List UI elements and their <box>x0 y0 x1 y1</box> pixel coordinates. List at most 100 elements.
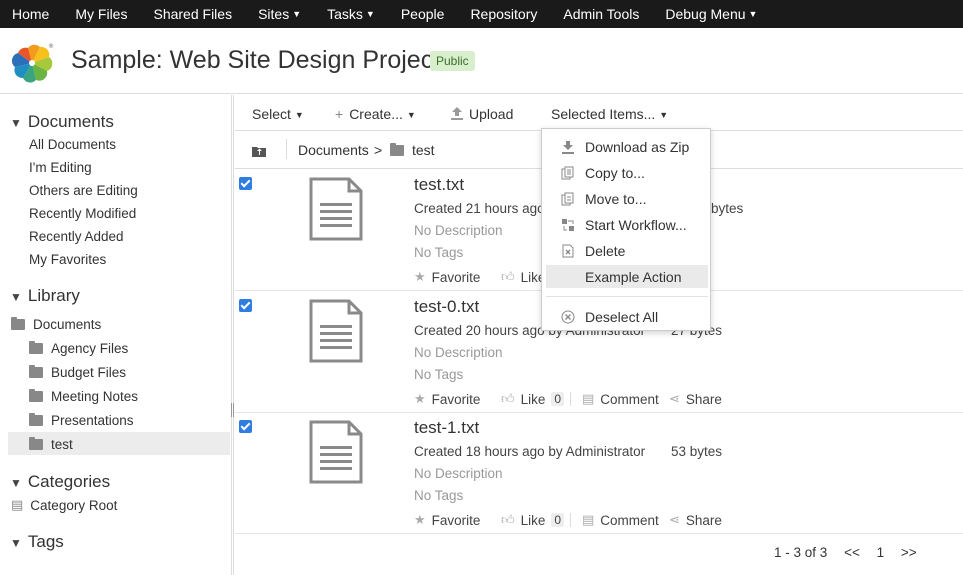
pagination-prev[interactable]: << <box>844 545 860 560</box>
menu-divider <box>546 296 708 297</box>
document-name-link[interactable]: test-1.txt <box>414 418 479 438</box>
tree-folder-meeting-notes[interactable]: Meeting Notes <box>29 389 138 404</box>
sidebar-link-others-editing[interactable]: Others are Editing <box>29 183 138 198</box>
blank-icon <box>561 270 575 284</box>
favorite-label: Favorite <box>431 391 481 407</box>
folder-up-icon[interactable] <box>251 142 267 158</box>
pagination-range: 1 - 3 of 3 <box>774 545 828 560</box>
share-button[interactable]: ⋖ Share <box>669 391 722 407</box>
menu-item-start-workflow[interactable]: Start Workflow... <box>546 213 708 236</box>
like-count: 0 <box>551 513 565 527</box>
sidebar-link-my-favorites[interactable]: My Favorites <box>29 252 106 267</box>
menu-item-label: Move to... <box>585 190 647 207</box>
site-header: ® Sample: Web Site Design Project Public <box>0 28 963 94</box>
create-label: Create... <box>349 106 403 122</box>
thumbs-up-icon: 👍︎ <box>501 391 515 406</box>
svg-text:®: ® <box>48 43 54 50</box>
selected-items-label: Selected Items... <box>551 106 656 122</box>
like-count: 0 <box>551 392 565 406</box>
document-name-link[interactable]: test-0.txt <box>414 297 479 317</box>
chevron-down-icon: ▼ <box>659 110 669 120</box>
row-checkbox[interactable] <box>239 299 252 312</box>
visibility-badge: Public <box>430 51 475 71</box>
triangle-down-icon: ▼ <box>10 116 22 130</box>
category-root-link[interactable]: ▤ Category Root <box>11 497 117 513</box>
library-section-toggle[interactable]: ▼ Library <box>10 286 80 306</box>
tree-folder-label: Meeting Notes <box>51 389 139 404</box>
share-button[interactable]: ⋖ Share <box>669 512 722 528</box>
document-name-link[interactable]: test.txt <box>414 175 464 195</box>
breadcrumb-root-link[interactable]: Documents <box>298 142 369 158</box>
like-button[interactable]: 👍︎ Like 0 <box>501 391 565 407</box>
document-description: No Description <box>414 345 503 360</box>
menu-item-copy-to[interactable]: Copy to... <box>546 161 708 184</box>
nav-my-files[interactable]: My Files <box>75 6 127 22</box>
create-button[interactable]: + Create... ▼ <box>335 106 416 122</box>
menu-item-download-zip[interactable]: Download as Zip <box>546 135 708 158</box>
category-root-label: Category Root <box>30 497 118 513</box>
like-button[interactable]: 👍︎ Like <box>501 269 545 285</box>
category-icon: ▤ <box>11 497 24 512</box>
row-checkbox[interactable] <box>239 177 252 190</box>
text-document-icon[interactable] <box>309 420 363 484</box>
nav-shared-files[interactable]: Shared Files <box>153 6 232 22</box>
tree-folder-agency-files[interactable]: Agency Files <box>29 341 128 356</box>
favorite-button[interactable]: ★ Favorite <box>414 512 480 528</box>
document-size: bytes <box>711 201 744 216</box>
comment-label: Comment <box>600 391 659 407</box>
tags-heading: Tags <box>27 532 64 551</box>
star-icon: ★ <box>414 269 426 284</box>
pagination-page[interactable]: 1 <box>877 545 885 560</box>
nav-repository[interactable]: Repository <box>470 6 537 22</box>
menu-item-move-to[interactable]: Move to... <box>546 187 708 210</box>
nav-repository-label: Repository <box>470 6 538 22</box>
tree-folder-documents[interactable]: Documents <box>11 317 101 332</box>
tree-folder-test[interactable]: test <box>29 437 73 452</box>
sidebar-resizer[interactable] <box>231 95 234 575</box>
nav-sites[interactable]: Sites ▼ <box>258 6 301 22</box>
sidebar-link-all-documents[interactable]: All Documents <box>29 137 116 152</box>
nav-tasks[interactable]: Tasks ▼ <box>327 6 375 22</box>
favorite-button[interactable]: ★ Favorite <box>414 269 480 285</box>
tree-folder-budget-files[interactable]: Budget Files <box>29 365 126 380</box>
menu-item-deselect-all[interactable]: Deselect All <box>546 305 708 328</box>
categories-section-toggle[interactable]: ▼ Categories <box>10 472 110 492</box>
documents-section-toggle[interactable]: ▼ Documents <box>10 112 114 132</box>
workflow-icon <box>562 218 574 231</box>
nav-sites-label: Sites <box>258 6 290 22</box>
thumbs-up-icon: 👍︎ <box>501 512 515 527</box>
copy-icon <box>561 166 574 179</box>
document-toolbar: Select ▼ + Create... ▼ Upload Selected Item… <box>235 95 963 131</box>
select-button[interactable]: Select ▼ <box>252 106 304 122</box>
upload-label: Upload <box>469 106 514 122</box>
pagination-next[interactable]: >> <box>901 545 917 560</box>
upload-icon <box>451 107 463 120</box>
document-created: Created 21 hours ago <box>414 201 545 216</box>
row-checkbox[interactable] <box>239 420 252 433</box>
favorite-button[interactable]: ★ Favorite <box>414 391 480 407</box>
nav-admin-tools[interactable]: Admin Tools <box>563 6 639 22</box>
nav-my-files-label: My Files <box>75 6 128 22</box>
selected-items-button[interactable]: Selected Items... ▼ <box>551 106 668 122</box>
library-heading: Library <box>27 286 80 305</box>
sidebar-link-im-editing[interactable]: I'm Editing <box>29 160 92 175</box>
sidebar-link-recently-modified[interactable]: Recently Modified <box>29 206 136 221</box>
menu-item-delete[interactable]: Delete <box>546 239 708 262</box>
sidebar-link-recently-added[interactable]: Recently Added <box>29 229 124 244</box>
nav-home[interactable]: Home <box>12 6 49 22</box>
like-button[interactable]: 👍︎ Like 0 <box>501 512 565 528</box>
tags-section-toggle[interactable]: ▼ Tags <box>10 532 64 552</box>
upload-button[interactable]: Upload <box>450 106 513 122</box>
documents-heading: Documents <box>27 112 114 131</box>
menu-item-example-action[interactable]: Example Action <box>546 265 708 288</box>
comment-button[interactable]: ▤ Comment <box>582 391 659 407</box>
text-document-icon[interactable] <box>309 177 363 241</box>
text-document-icon[interactable] <box>309 299 363 363</box>
menu-item-label: Download as Zip <box>585 138 690 155</box>
nav-people[interactable]: People <box>401 6 445 22</box>
nav-debug-menu[interactable]: Debug Menu ▼ <box>665 6 757 22</box>
tree-folder-presentations[interactable]: Presentations <box>29 413 134 428</box>
document-created: Created 18 hours ago by Administrator <box>414 444 646 459</box>
star-icon: ★ <box>414 512 426 527</box>
comment-button[interactable]: ▤ Comment <box>582 512 659 528</box>
